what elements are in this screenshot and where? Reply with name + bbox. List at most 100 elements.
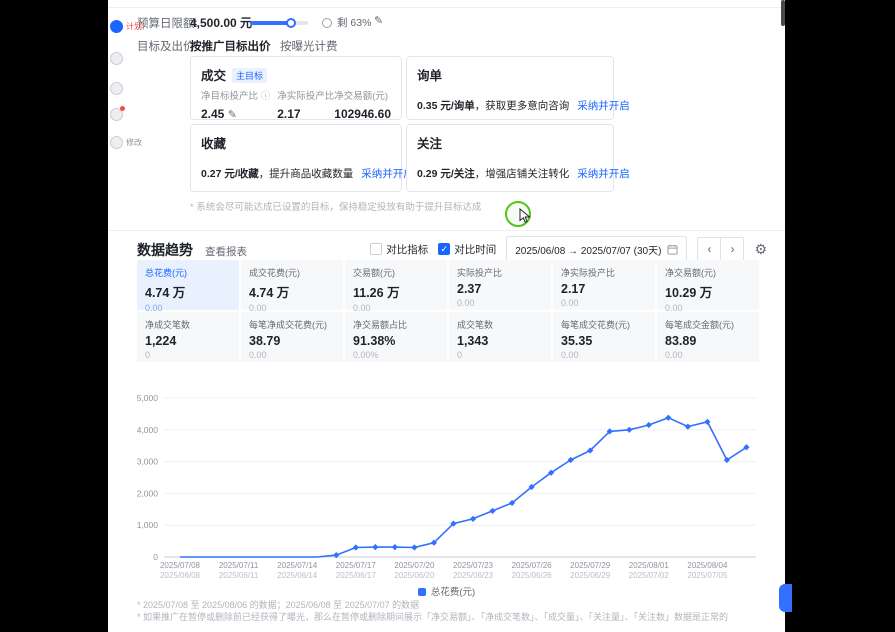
- svg-text:2025/06/29: 2025/06/29: [570, 571, 611, 580]
- svg-text:2025/06/23: 2025/06/23: [453, 571, 494, 580]
- suggestion-desc: ，增强店铺关注转化: [475, 168, 570, 180]
- anchor-nav-item[interactable]: [110, 82, 123, 95]
- metric-card[interactable]: 成交笔数 1,343 0: [449, 312, 551, 362]
- compare-time-checkbox[interactable]: ✓ 对比时间: [438, 242, 496, 257]
- metric-card-label: 实际投产比: [457, 266, 543, 279]
- budget-slider-handle[interactable]: [286, 18, 296, 28]
- floating-side-tab[interactable]: [779, 584, 792, 612]
- anchor-nav-item[interactable]: [110, 52, 123, 65]
- metric-card-label: 成交笔数: [457, 318, 543, 331]
- top-divider: [108, 7, 785, 8]
- chart-legend: 总花费(元): [108, 584, 785, 598]
- anchor-nav-dot-icon[interactable]: [110, 52, 123, 65]
- metric-card[interactable]: 净交易额占比 91.38% 0.00%: [345, 312, 447, 362]
- tab-bid-by-impression[interactable]: 按曝光计费: [280, 38, 338, 54]
- anchor-nav-dot-icon[interactable]: [110, 82, 123, 95]
- anchor-nav-dot-icon[interactable]: [110, 108, 123, 121]
- tab-bid-by-goal[interactable]: 按推广目标出价: [190, 38, 271, 54]
- metric-value: 2.45: [201, 107, 224, 121]
- metric-card-label: 每笔成交金额(元): [665, 318, 751, 331]
- calendar-icon: [667, 244, 678, 255]
- svg-text:2025/06/08: 2025/06/08: [160, 571, 201, 580]
- suggestion-price: 0.29 元/关注: [417, 168, 475, 180]
- adopt-and-enable-link[interactable]: 采纳并开启: [577, 100, 630, 112]
- goal-card-follow[interactable]: 关注 0.29 元/关注，增强店铺关注转化采纳并开启: [406, 124, 614, 192]
- goal-card-deal[interactable]: 成交主目标 净目标投产比 ⓘ 2.45 ✎ 净实际投产比 2.17 净交易额(元…: [190, 56, 402, 120]
- metric-card-label: 交易额(元): [353, 266, 439, 279]
- metric-card-label: 总花费(元): [145, 266, 231, 279]
- metric-card-label: 净交易额占比: [353, 318, 439, 331]
- svg-text:2025/08/04: 2025/08/04: [687, 561, 728, 570]
- budget-edit-icon[interactable]: ✎: [374, 14, 383, 27]
- compare-date-range-picker[interactable]: 2025/06/08 → 2025/07/07 (30天): [506, 236, 687, 262]
- section-divider: [108, 230, 785, 231]
- anchor-nav-dot-icon[interactable]: [110, 20, 123, 33]
- date-pager: ‹ ›: [697, 237, 744, 261]
- trends-title: 数据趋势: [137, 240, 193, 260]
- svg-text:2025/07/20: 2025/07/20: [394, 561, 435, 570]
- metric-card-compare-value: 0.00: [457, 298, 543, 308]
- svg-text:2025/08/01: 2025/08/01: [629, 561, 670, 570]
- trend-line-chart: 01,0002,0003,0004,0005,0002025/07/082025…: [108, 386, 768, 582]
- budget-remaining: 剩 63%: [337, 15, 371, 30]
- suggestion-price: 0.35 元/询单: [417, 100, 475, 112]
- metric-card[interactable]: 每笔成交花费(元)35.350.00: [553, 312, 655, 362]
- scrollbar-thumb[interactable]: [781, 0, 785, 26]
- metric-card-value: 4.74 万: [249, 282, 335, 301]
- metric-card[interactable]: 净实际投产比2.170.00: [553, 260, 655, 310]
- metric-card-value: 35.35: [561, 334, 647, 348]
- trends-controls: 对比指标 ✓ 对比时间 2025/06/08 → 2025/07/07 (30天…: [370, 236, 767, 262]
- view-report-link[interactable]: 查看报表: [205, 244, 247, 259]
- next-period-button[interactable]: ›: [721, 238, 743, 260]
- edit-roi-icon[interactable]: ✎: [228, 109, 237, 121]
- metric-card[interactable]: 成交花费(元)4.74 万0.00: [241, 260, 343, 310]
- goal-card-inquiry[interactable]: 询单 0.35 元/询单，获取更多意向咨询采纳并开启: [406, 56, 614, 120]
- checkbox-checked[interactable]: ✓: [438, 243, 450, 255]
- metric-card-compare-value: 0: [457, 350, 543, 360]
- compare-metric-checkbox[interactable]: 对比指标: [370, 242, 428, 257]
- anchor-nav-item[interactable]: [110, 108, 123, 121]
- metric-card[interactable]: 实际投产比2.370.00: [449, 260, 551, 310]
- svg-text:4,000: 4,000: [137, 425, 159, 435]
- svg-text:2025/06/26: 2025/06/26: [512, 571, 553, 580]
- metric-card[interactable]: 总花费(元)4.74 万0.00: [137, 260, 239, 310]
- metric-card-value: 11.26 万: [353, 282, 439, 301]
- goal-card-favorite[interactable]: 收藏 0.27 元/收藏，提升商品收藏数量采纳并开启: [190, 124, 402, 192]
- svg-text:0: 0: [153, 552, 158, 562]
- anchor-nav-dot-icon[interactable]: [110, 136, 123, 149]
- info-icon[interactable]: ⓘ: [261, 91, 271, 102]
- svg-text:2025/07/17: 2025/07/17: [336, 561, 377, 570]
- metric-card[interactable]: 净成交笔数1,2240: [137, 312, 239, 362]
- metric-card[interactable]: 净交易额(元)10.29 万0.00: [657, 260, 759, 310]
- budget-label: 预算日限额:: [137, 15, 198, 31]
- budget-slider[interactable]: [250, 21, 308, 25]
- metric-card-value: 91.38%: [353, 334, 439, 348]
- metric-card-label: 净成交笔数: [145, 318, 231, 331]
- svg-text:2025/06/14: 2025/06/14: [277, 571, 318, 580]
- svg-text:2025/07/23: 2025/07/23: [453, 561, 494, 570]
- footnote-2: * 如果推广在暂停或删除前已经获得了曝光，那么在暂停或删除期间展示「净交易额」、…: [137, 610, 728, 623]
- anchor-nav-item[interactable]: 修改记录: [110, 136, 142, 149]
- chart-settings-gear-icon[interactable]: ⚙: [754, 241, 767, 258]
- metric-card-value: 1,343: [457, 334, 543, 348]
- metric-card[interactable]: 每笔净成交花费(元)38.790.00: [241, 312, 343, 362]
- goal-card-title: 询单: [417, 65, 442, 84]
- metric-card-value: 2.17: [561, 282, 647, 296]
- goal-card-title: 收藏: [201, 133, 226, 152]
- svg-text:2025/07/11: 2025/07/11: [219, 561, 259, 570]
- metric-card[interactable]: 交易额(元)11.26 万0.00: [345, 260, 447, 310]
- adopt-and-enable-link[interactable]: 采纳并开启: [577, 168, 630, 180]
- metric-card-value: 83.89: [665, 334, 751, 348]
- svg-text:2025/06/20: 2025/06/20: [394, 571, 435, 580]
- metric-card-value: 10.29 万: [665, 282, 751, 301]
- primary-goal-badge: 主目标: [232, 68, 267, 83]
- prev-period-button[interactable]: ‹: [698, 238, 721, 260]
- metric-card-compare-value: 0.00: [665, 350, 751, 360]
- checkbox-unchecked[interactable]: [370, 243, 382, 255]
- svg-text:2025/07/05: 2025/07/05: [687, 571, 728, 580]
- budget-remaining-icon: [322, 18, 332, 28]
- metric-card[interactable]: 每笔成交金额(元) 83.89 0.00: [657, 312, 759, 362]
- metric-summary-grid: 总花费(元)4.74 万0.00成交花费(元)4.74 万0.00交易额(元)1…: [137, 260, 759, 362]
- metric-card-compare-value: 0.00%: [353, 350, 439, 360]
- svg-text:5,000: 5,000: [137, 393, 159, 403]
